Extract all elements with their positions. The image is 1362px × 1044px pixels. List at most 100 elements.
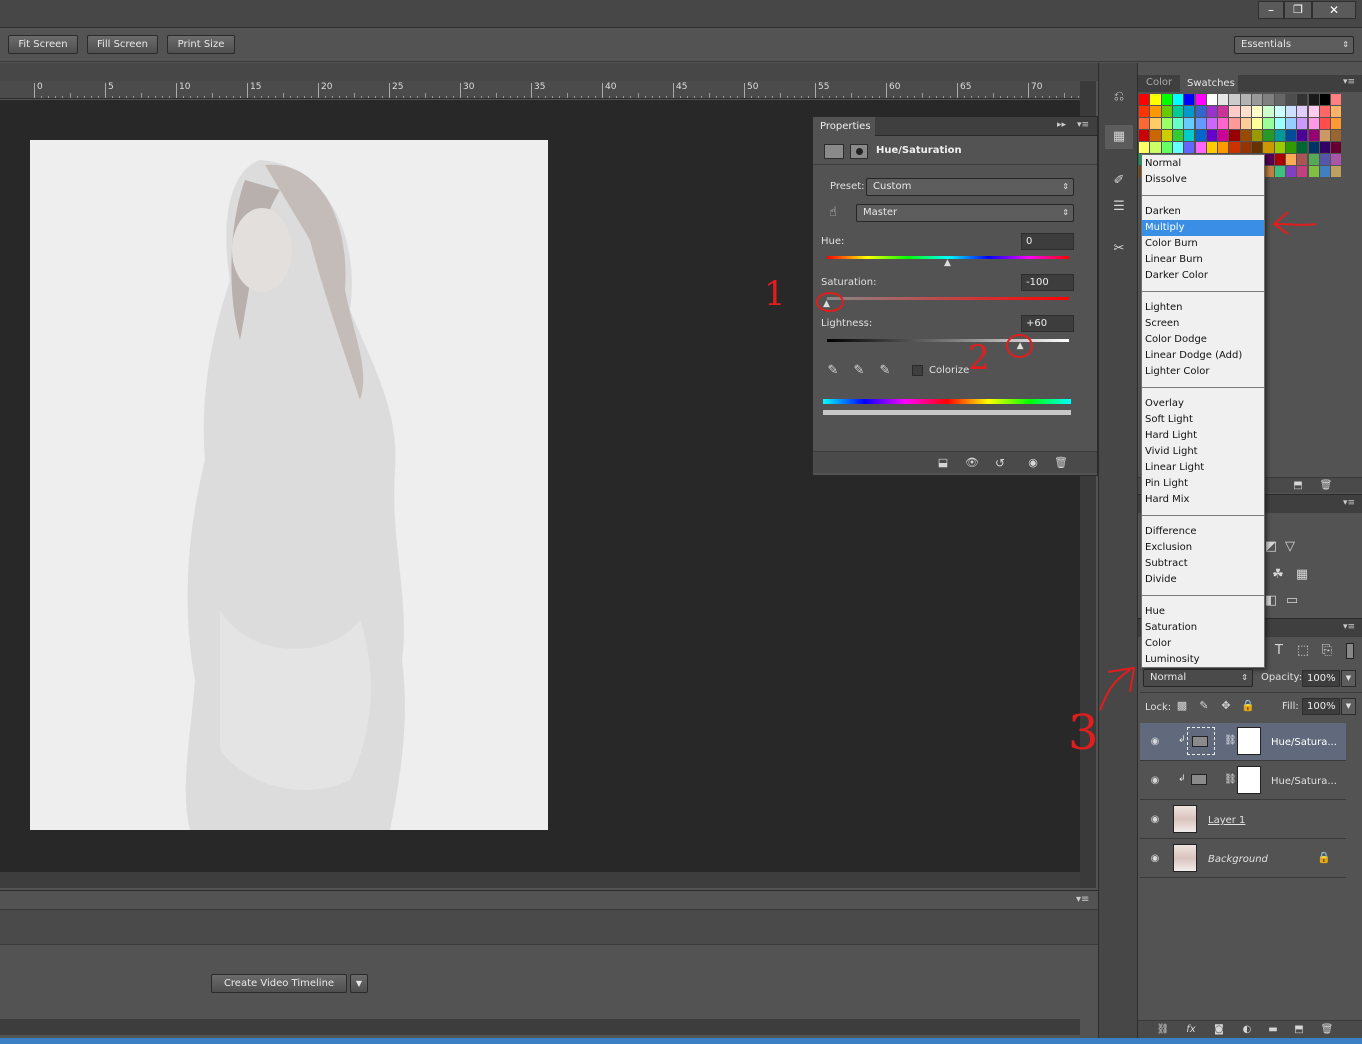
swatch-cell[interactable] xyxy=(1161,106,1172,117)
swatch-cell[interactable] xyxy=(1331,166,1342,177)
view-previous-icon[interactable]: 👁 xyxy=(961,455,983,471)
timeline-dropdown-button[interactable]: ▼ xyxy=(350,974,368,993)
filter-toggle[interactable] xyxy=(1346,643,1354,659)
channel-mixer-icon[interactable]: ☘ xyxy=(1268,567,1288,583)
hue-field[interactable]: 0 xyxy=(1021,233,1074,250)
swatch-cell[interactable] xyxy=(1297,166,1308,177)
swatch-cell[interactable] xyxy=(1274,118,1285,129)
swatch-cell[interactable] xyxy=(1195,106,1206,117)
brush-icon[interactable]: ✐ xyxy=(1109,173,1129,189)
swatch-cell[interactable] xyxy=(1161,94,1172,105)
gradient-map-icon[interactable]: ▭ xyxy=(1282,593,1302,609)
swatch-cell[interactable] xyxy=(1139,106,1150,117)
swatch-cell[interactable] xyxy=(1263,142,1274,153)
trash-icon[interactable]: 🗑 xyxy=(1318,478,1334,494)
swatch-cell[interactable] xyxy=(1319,118,1331,129)
swatch-cell[interactable] xyxy=(1150,94,1161,105)
swatch-cell[interactable] xyxy=(1308,94,1319,105)
blend-mode-option[interactable]: Vivid Light xyxy=(1142,444,1264,460)
panel-menu-icon[interactable]: ▾≡ xyxy=(1077,120,1089,130)
swatch-cell[interactable] xyxy=(1319,94,1331,105)
blend-mode-option[interactable]: Hard Mix xyxy=(1142,492,1264,508)
fill-field[interactable]: 100% xyxy=(1302,698,1340,715)
targeted-adjustment-hand-icon[interactable]: ☝ xyxy=(823,205,843,221)
swatch-cell[interactable] xyxy=(1206,142,1218,153)
blend-mode-option[interactable]: Divide xyxy=(1142,572,1264,588)
blend-mode-option[interactable]: Exclusion xyxy=(1142,540,1264,556)
swatch-cell[interactable] xyxy=(1172,130,1184,141)
swatch-cell[interactable] xyxy=(1308,142,1319,153)
swatch-cell[interactable] xyxy=(1184,130,1195,141)
swatch-cell[interactable] xyxy=(1206,130,1218,141)
colorize-checkbox[interactable] xyxy=(912,365,923,376)
swatch-cell[interactable] xyxy=(1263,118,1274,129)
swatch-cell[interactable] xyxy=(1150,118,1161,129)
brush-presets-icon[interactable]: ☰ xyxy=(1109,199,1129,215)
gradient-triangle-icon[interactable]: ▽ xyxy=(1280,539,1300,555)
swatch-cell[interactable] xyxy=(1308,106,1319,117)
blend-mode-option[interactable]: Darken xyxy=(1142,204,1264,220)
swatch-cell[interactable] xyxy=(1139,142,1150,153)
swatch-cell[interactable] xyxy=(1331,142,1342,153)
saturation-field[interactable]: -100 xyxy=(1021,274,1074,291)
swatch-cell[interactable] xyxy=(1229,130,1240,141)
visibility-eye-icon[interactable]: ◉ xyxy=(1148,812,1162,828)
minimize-button[interactable]: – xyxy=(1258,1,1284,19)
swatch-cell[interactable] xyxy=(1218,106,1229,117)
swatch-cell[interactable] xyxy=(1308,118,1319,129)
properties-tab[interactable]: Properties xyxy=(813,117,875,136)
swatch-cell[interactable] xyxy=(1206,118,1218,129)
swatch-cell[interactable] xyxy=(1285,142,1297,153)
swatch-cell[interactable] xyxy=(1240,130,1251,141)
swatch-cell[interactable] xyxy=(1331,154,1342,165)
swatch-cell[interactable] xyxy=(1195,130,1206,141)
swatch-cell[interactable] xyxy=(1229,118,1240,129)
blend-mode-option[interactable]: Color Burn xyxy=(1142,236,1264,252)
swatch-cell[interactable] xyxy=(1319,166,1331,177)
layer-row[interactable]: ◉ ↲ ⛓ Hue/Satura... xyxy=(1140,723,1346,761)
history-icon[interactable]: ⎌ xyxy=(1109,89,1129,105)
swatch-cell[interactable] xyxy=(1319,154,1331,165)
swatch-cell[interactable] xyxy=(1252,118,1263,129)
swatch-cell[interactable] xyxy=(1297,118,1308,129)
blend-mode-option[interactable]: Lighter Color xyxy=(1142,364,1264,380)
swatch-cell[interactable] xyxy=(1172,118,1184,129)
lightness-slider-track[interactable] xyxy=(827,339,1069,342)
fill-screen-button[interactable]: Fill Screen xyxy=(87,35,158,54)
blend-mode-option[interactable]: Hard Light xyxy=(1142,428,1264,444)
lock-all-icon[interactable]: 🔒 xyxy=(1240,698,1256,714)
timeline-menu-icon[interactable]: ▾≡ xyxy=(1076,894,1089,905)
swatch-cell[interactable] xyxy=(1285,106,1297,117)
swatch-cell[interactable] xyxy=(1274,142,1285,153)
layer-row[interactable]: ◉ Layer 1 xyxy=(1140,801,1346,839)
swatch-cell[interactable] xyxy=(1229,142,1240,153)
swatch-cell[interactable] xyxy=(1150,106,1161,117)
eyedropper-plus-icon[interactable]: ✎ xyxy=(849,363,869,379)
swatch-cell[interactable] xyxy=(1240,94,1251,105)
swatch-cell[interactable] xyxy=(1331,94,1342,105)
swatch-cell[interactable] xyxy=(1297,154,1308,165)
blend-mode-option[interactable]: Color xyxy=(1142,636,1264,652)
swatch-cell[interactable] xyxy=(1139,118,1150,129)
color-tab[interactable]: Color xyxy=(1146,77,1172,88)
opacity-field[interactable]: 100% xyxy=(1302,670,1340,687)
layer-row[interactable]: ◉ Background 🔒 xyxy=(1140,840,1346,878)
blend-mode-option[interactable]: Soft Light xyxy=(1142,412,1264,428)
fx-icon[interactable]: fx xyxy=(1182,1022,1200,1038)
swatch-cell[interactable] xyxy=(1274,154,1285,165)
eyedropper-icon[interactable]: ✎ xyxy=(823,363,843,379)
mask-thumbnail[interactable] xyxy=(1237,727,1261,755)
reset-icon[interactable]: ↺ xyxy=(990,455,1010,471)
swatch-cell[interactable] xyxy=(1139,130,1150,141)
swatches-menu-icon[interactable]: ▾≡ xyxy=(1343,77,1355,87)
swatch-cell[interactable] xyxy=(1331,118,1342,129)
blend-mode-option[interactable]: Normal xyxy=(1142,156,1264,172)
swatch-cell[interactable] xyxy=(1319,142,1331,153)
swatch-cell[interactable] xyxy=(1161,130,1172,141)
link-icon[interactable]: ⛓ xyxy=(1224,735,1237,746)
blend-mode-option[interactable]: Screen xyxy=(1142,316,1264,332)
clip-to-layer-icon[interactable]: ⬓ xyxy=(933,455,953,471)
swatch-cell[interactable] xyxy=(1218,130,1229,141)
layers-menu-icon[interactable]: ▾≡ xyxy=(1343,622,1355,632)
visibility-icon[interactable]: ◉ xyxy=(1023,455,1043,471)
